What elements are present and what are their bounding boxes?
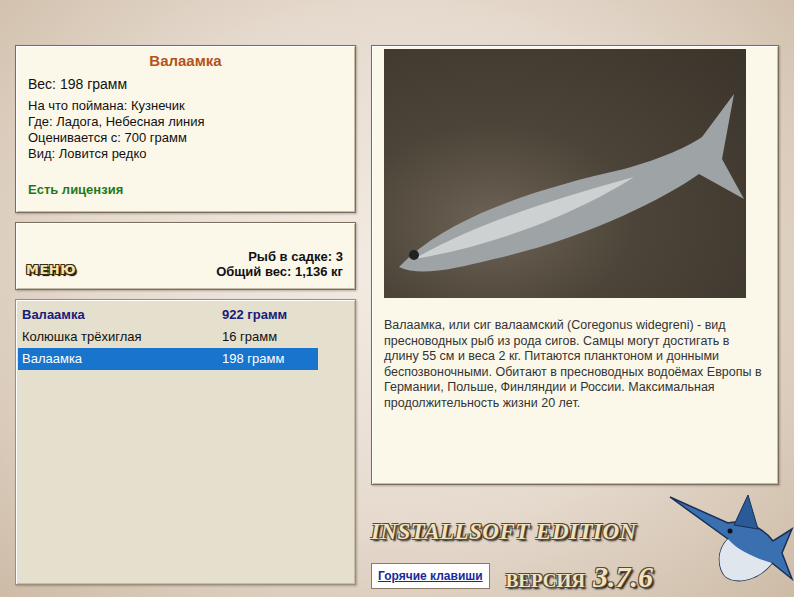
catch-name: Валаамка [22, 349, 222, 369]
fish-photo [384, 49, 746, 298]
fish-details: На что поймана: КузнечикГде: Ладога, Неб… [28, 98, 343, 162]
catch-weight: 198 грамм [222, 349, 284, 369]
fish-description: Валаамка, или сиг валаамский (Coregonus … [384, 318, 766, 411]
cage-total: Общий вес: 1,136 кг [216, 264, 343, 279]
fish-name: Валаамка [28, 50, 343, 72]
catch-row[interactable]: Колюшка трёхиглая16 грамм [18, 326, 318, 348]
catch-name: Валаамка [22, 305, 222, 325]
catch-row[interactable]: Валаамка198 грамм [18, 348, 318, 370]
cage-panel: МЕНЮ Рыб в садке: 3Общий вес: 1,136 кг [15, 222, 356, 290]
license-status: Есть лицензия [28, 180, 343, 200]
menu-button[interactable]: МЕНЮ [26, 260, 76, 280]
version-label: ВЕРСИЯ [506, 567, 585, 596]
fish-detail: На что поймана: Кузнечик [28, 98, 343, 114]
fish-detail: Вид: Ловится редко [28, 146, 343, 162]
version-number: 3.7.6 [593, 554, 653, 597]
catch-name: Колюшка трёхиглая [22, 327, 222, 347]
hotkeys-link[interactable]: Горячие клавиши [371, 563, 490, 589]
catch-list: Валаамка922 граммКолюшка трёхиглая16 гра… [15, 299, 356, 585]
fish-info-panel: ВалаамкаВес: 198 грамм На что поймана: Ку… [15, 45, 356, 213]
catch-weight: 922 грамм [222, 305, 287, 325]
fish-weight: Вес: 198 грамм [28, 74, 343, 94]
fish-detail: Оценивается с: 700 грамм [28, 130, 343, 146]
fish-detail: Где: Ладога, Небесная линия [28, 114, 343, 130]
branding-area: INSTALLSOFT EDITIONГорячие клавишиВЕРСИЯ… [371, 485, 779, 595]
catch-row[interactable]: Валаамка922 грамм [18, 304, 318, 326]
catch-weight: 16 грамм [222, 327, 277, 347]
description-panel: Валаамка, или сиг валаамский (Coregonus … [371, 45, 779, 485]
cage-summary: Рыб в садке: 3Общий вес: 1,136 кг [216, 249, 343, 279]
version-row: Горячие клавиши ВЕРСИЯ 3.7.6 [371, 554, 779, 597]
marlin-icon [668, 489, 794, 595]
version: ВЕРСИЯ 3.7.6 [506, 554, 653, 597]
left-column: ВалаамкаВес: 198 граммНа что поймана: Ку… [15, 45, 356, 597]
right-column: Валаамка, или сиг валаамский (Coregonus … [371, 45, 779, 597]
game-window: ВалаамкаВес: 198 граммНа что поймана: Ку… [0, 0, 794, 597]
cage-count: Рыб в садке: 3 [216, 249, 343, 264]
